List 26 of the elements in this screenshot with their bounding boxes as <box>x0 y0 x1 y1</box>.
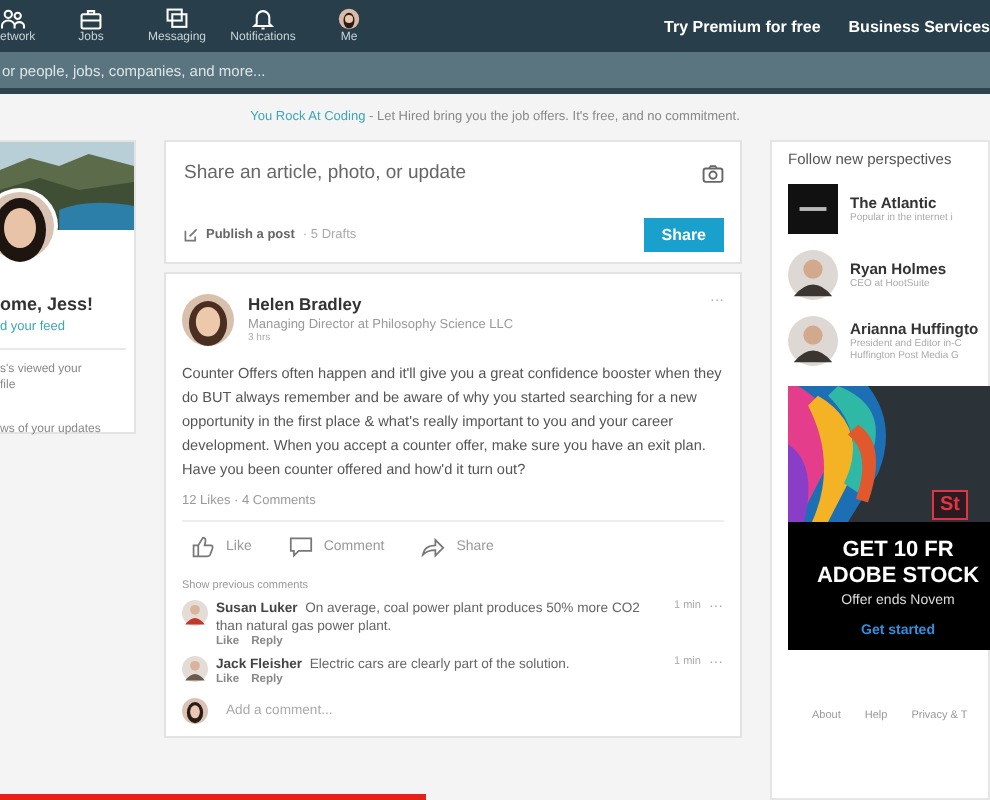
avatar-icon <box>336 8 362 30</box>
nav-link[interactable]: Try Premium for free <box>664 17 821 35</box>
ad-headline: GET 10 FR <box>840 538 956 564</box>
chat-icon <box>164 8 190 30</box>
briefcase-icon <box>78 8 104 30</box>
ad-headline: ADOBE STOCK <box>814 564 982 590</box>
user-avatar <box>182 698 208 724</box>
nav-link[interactable]: Business Services <box>848 17 990 35</box>
person-avatar <box>788 250 838 300</box>
share-icon <box>420 536 447 558</box>
comment-icon <box>287 536 314 558</box>
commenter-avatar <box>182 600 208 626</box>
company-logo <box>788 184 838 234</box>
commenter-avatar <box>182 656 208 682</box>
author-avatar <box>182 294 234 346</box>
bell-icon <box>250 8 276 30</box>
author-name[interactable]: Helen Bradley <box>248 294 696 314</box>
share-prompt[interactable]: Share an article, photo, or update <box>184 162 467 184</box>
camera-icon[interactable] <box>702 163 724 183</box>
edit-icon <box>184 228 198 242</box>
people-icon <box>0 8 26 30</box>
welcome-text: ome, Jess! <box>0 294 96 314</box>
stock-logo: St <box>932 490 968 520</box>
share-button[interactable]: Share <box>643 218 724 252</box>
thumbs-up-icon <box>190 536 216 558</box>
person-avatar <box>788 316 838 366</box>
